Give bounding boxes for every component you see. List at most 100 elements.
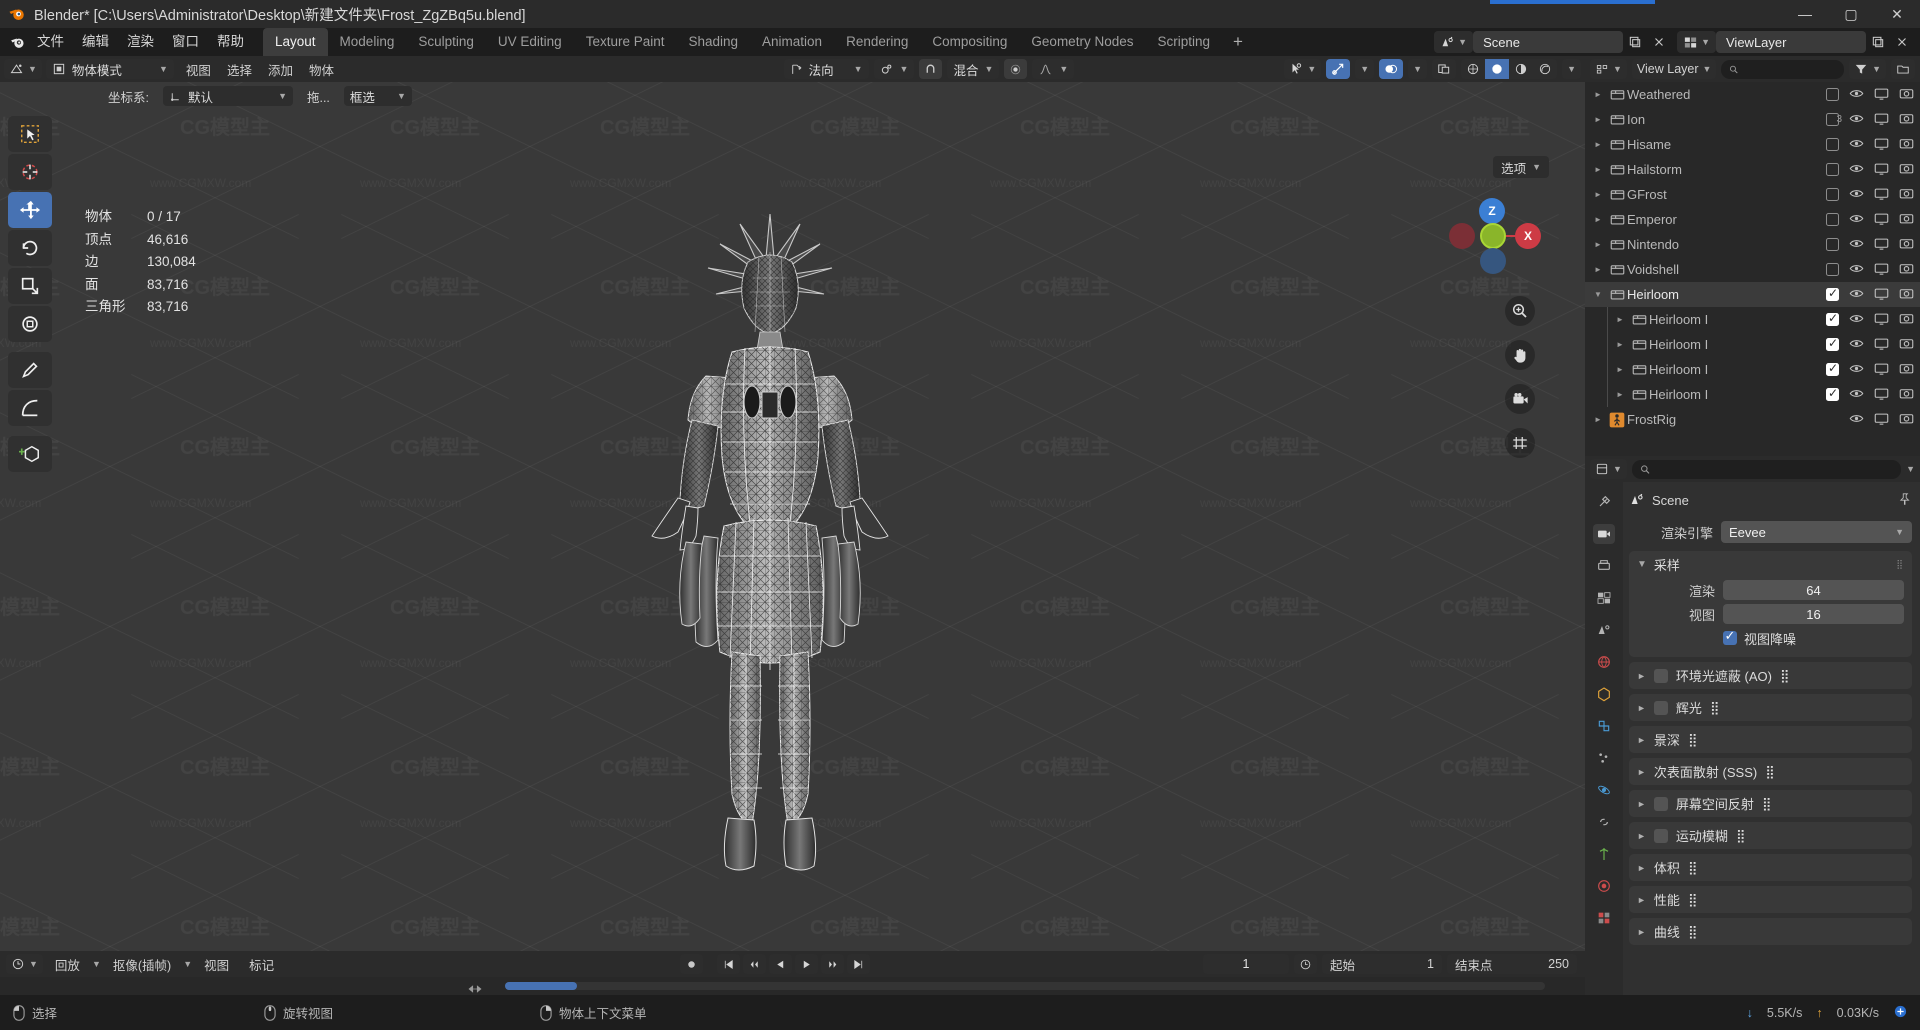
exclude-checkbox[interactable] xyxy=(1826,188,1839,201)
viewport-menu-1[interactable]: 选择 xyxy=(219,60,260,79)
property-panel-header[interactable]: ► 体积 ⣿ xyxy=(1629,854,1912,881)
unlink-scene-button[interactable] xyxy=(1647,31,1671,53)
tab-constraints[interactable] xyxy=(1593,812,1615,832)
select-box-tool[interactable] xyxy=(8,116,52,152)
outliner-row-toggles[interactable] xyxy=(1826,261,1914,279)
chevron-right-icon[interactable]: ► xyxy=(1589,140,1607,149)
exclude-checkbox[interactable] xyxy=(1826,88,1839,101)
viewlayer-name-field[interactable]: ViewLayer xyxy=(1716,31,1866,53)
viewport-menu-0[interactable]: 视图 xyxy=(178,60,219,79)
outliner-row[interactable]: ► FrostRig xyxy=(1585,407,1920,432)
tab-data[interactable] xyxy=(1593,844,1615,864)
outliner-row[interactable]: ► Heirloom I xyxy=(1585,357,1920,382)
outliner-search-field[interactable] xyxy=(1743,62,1837,76)
tab-texture[interactable] xyxy=(1593,908,1615,928)
monitor-icon[interactable] xyxy=(1874,86,1889,104)
outliner-tree[interactable]: ► Weathered ► Ion 3 ► Hisame ► Hailstorm ► GFrost ►… xyxy=(1585,82,1920,456)
chevron-down-icon[interactable]: ▼ xyxy=(1589,290,1607,299)
menu-item-4[interactable]: 帮助 xyxy=(208,28,253,56)
properties-search-field[interactable] xyxy=(1655,462,1894,476)
outliner-row-toggles[interactable] xyxy=(1826,286,1914,304)
render-engine-dropdown[interactable]: Eevee ▼ xyxy=(1721,521,1912,543)
monitor-icon[interactable] xyxy=(1874,411,1889,429)
viewport-options-button[interactable]: 选项 ▼ xyxy=(1493,156,1549,178)
workspace-tab-sculpting[interactable]: Sculpting xyxy=(406,28,486,56)
maximize-button[interactable]: ▢ xyxy=(1828,0,1874,28)
gizmo-axis-neg-z[interactable] xyxy=(1480,248,1506,274)
camera-view-icon[interactable] xyxy=(1505,384,1535,414)
move-tool[interactable] xyxy=(8,192,52,228)
eye-icon[interactable] xyxy=(1849,86,1864,104)
eye-icon[interactable] xyxy=(1849,311,1864,329)
pan-hand-icon[interactable] xyxy=(1505,340,1535,370)
shading-solid-button[interactable] xyxy=(1485,59,1510,79)
menu-item-2[interactable]: 渲染 xyxy=(118,28,163,56)
gizmo-axis-y[interactable] xyxy=(1480,223,1506,249)
camera-icon[interactable] xyxy=(1899,261,1914,279)
outliner-row-toggles[interactable] xyxy=(1826,161,1914,179)
workspace-tab-geometry-nodes[interactable]: Geometry Nodes xyxy=(1019,28,1145,56)
workspace-tab-animation[interactable]: Animation xyxy=(750,28,834,56)
outliner-row[interactable]: ► Ion 3 xyxy=(1585,107,1920,132)
minimize-button[interactable]: — xyxy=(1782,0,1828,28)
workspace-tab-rendering[interactable]: Rendering xyxy=(834,28,920,56)
measure-tool[interactable] xyxy=(8,390,52,426)
workspace-tab-compositing[interactable]: Compositing xyxy=(920,28,1019,56)
falloff-dropdown[interactable]: ▼ xyxy=(1032,59,1075,79)
outliner-row[interactable]: ▼ Heirloom xyxy=(1585,282,1920,307)
ortho-persp-icon[interactable] xyxy=(1505,428,1535,458)
chevron-right-icon[interactable]: ► xyxy=(1637,703,1646,713)
tab-output[interactable] xyxy=(1593,556,1615,576)
properties-panel-body[interactable]: Scene 渲染引擎 Eevee ▼ ▼ 采样 ⣿ 渲染 64 视图 16 ✓ … xyxy=(1623,482,1920,995)
timeline-scroll-track[interactable] xyxy=(505,982,1545,990)
outliner-row-toggles[interactable] xyxy=(1826,361,1914,379)
properties-editor-type-button[interactable]: ▼ xyxy=(1590,459,1627,479)
camera-icon[interactable] xyxy=(1899,111,1914,129)
monitor-icon[interactable] xyxy=(1874,111,1889,129)
exclude-checkbox[interactable] xyxy=(1826,263,1839,276)
outliner-row-toggles[interactable] xyxy=(1826,236,1914,254)
chevron-right-icon[interactable]: ► xyxy=(1611,390,1629,399)
outliner-new-collection-button[interactable] xyxy=(1891,59,1915,79)
timeline-scrollbar-area[interactable] xyxy=(0,977,1585,995)
exclude-checkbox[interactable] xyxy=(1826,311,1839,326)
timeline-editor[interactable]: ▼ 回放 ▼ 抠像(插帧) ▼ 视图 标记 1 起始 1 结束点 250 xyxy=(0,951,1585,995)
timeline-scroll-thumb[interactable] xyxy=(505,982,577,990)
chevron-right-icon[interactable]: ► xyxy=(1637,735,1646,745)
outliner-editor[interactable]: ▼ View Layer ▼ ▼ ► Weathered ► Ion 3 ► Hisame ►… xyxy=(1585,56,1920,456)
outliner-row[interactable]: ► GFrost xyxy=(1585,182,1920,207)
exclude-checkbox[interactable] xyxy=(1826,336,1839,351)
eye-icon[interactable] xyxy=(1849,161,1864,179)
monitor-icon[interactable] xyxy=(1874,236,1889,254)
property-panel-header[interactable]: ► 性能 ⣿ xyxy=(1629,886,1912,913)
exclude-checkbox[interactable] xyxy=(1826,238,1839,251)
outliner-filter-button[interactable]: ▼ xyxy=(1849,59,1886,79)
workspace-tab-modeling[interactable]: Modeling xyxy=(328,28,407,56)
scene-name-field[interactable]: Scene xyxy=(1473,31,1624,53)
monitor-icon[interactable] xyxy=(1874,261,1889,279)
viewport-samples-field[interactable]: 16 xyxy=(1723,604,1904,624)
tab-render[interactable] xyxy=(1593,524,1615,544)
exclude-checkbox[interactable] xyxy=(1826,386,1839,401)
property-panel-header[interactable]: ► 次表面散射 (SSS) ⣿ xyxy=(1629,758,1912,785)
workspace-tab-shading[interactable]: Shading xyxy=(676,28,750,56)
chevron-right-icon[interactable]: ► xyxy=(1611,340,1629,349)
eye-icon[interactable] xyxy=(1849,411,1864,429)
workspace-tab-uv-editing[interactable]: UV Editing xyxy=(486,28,574,56)
rotate-tool[interactable] xyxy=(8,230,52,266)
drag-action-dropdown[interactable]: 框选 ▼ xyxy=(343,86,412,106)
gizmo-options-button[interactable]: ▼ xyxy=(1355,59,1375,79)
workspace-tab-texture-paint[interactable]: Texture Paint xyxy=(574,28,677,56)
proportional-edit-button[interactable] xyxy=(1004,59,1028,79)
gizmo-axis-x[interactable]: X xyxy=(1515,223,1541,249)
shading-material-button[interactable] xyxy=(1509,59,1533,79)
chevron-right-icon[interactable]: ► xyxy=(1637,671,1646,681)
tab-material[interactable] xyxy=(1593,876,1615,896)
camera-icon[interactable] xyxy=(1899,236,1914,254)
outliner-row[interactable]: ► Nintendo xyxy=(1585,232,1920,257)
sampling-panel-header[interactable]: ▼ 采样 ⣿ xyxy=(1629,551,1912,577)
sampling-panel[interactable]: ▼ 采样 ⣿ 渲染 64 视图 16 视图降噪 xyxy=(1629,551,1912,657)
chevron-right-icon[interactable]: ► xyxy=(1589,415,1607,424)
use-preview-range-button[interactable] xyxy=(1294,954,1317,974)
camera-icon[interactable] xyxy=(1899,336,1914,354)
